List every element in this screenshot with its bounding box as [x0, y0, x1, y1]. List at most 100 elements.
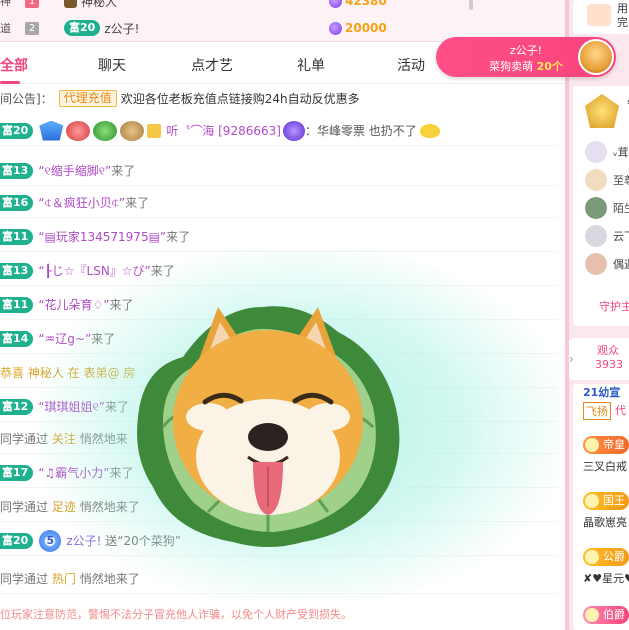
gift-notice-gift: 菜狗卖萌 [489, 60, 534, 73]
rank-user: 富20 z公子! [64, 20, 274, 37]
medal-badge-icon [282, 120, 305, 141]
chat-text: 来了 [150, 264, 175, 278]
system-suffix: 悄然地来 [79, 432, 128, 446]
guardian-crown-icon [585, 94, 619, 128]
audience-user-name[interactable]: 三叉白戒 [583, 458, 627, 474]
guardian-user-name: 陌生 [613, 202, 629, 215]
gift-box-icon [587, 4, 611, 26]
king-tag: 国王 [583, 492, 629, 510]
guardian-user[interactable]: 陌生 [585, 196, 629, 220]
wealth-level-badge: 富20 [0, 122, 34, 139]
tab-talent[interactable]: 点才艺 [191, 55, 233, 75]
chat-username[interactable]: “♒辽g~” [38, 330, 91, 347]
wealth-level-badge: 富14 [0, 330, 34, 347]
rank-coin-value: 20000 [345, 21, 387, 35]
duke-tag: 公爵 [583, 548, 629, 566]
earl-tag: 伯爵 [583, 606, 629, 624]
room-announcement: 间公告]： 代理充值 欢迎各位老板充值点链接购24h自动反优惠多 [0, 88, 560, 108]
chat-username[interactable]: z公子! [66, 532, 101, 549]
guardian-user[interactable]: 至尊 [585, 168, 629, 192]
chat-message: 富13 “୧缩手缩脚୧” 来了 [0, 156, 558, 186]
announcement-text: 欢迎各位老板充值点链接购24h自动反优惠多 [120, 91, 360, 106]
doge-gift-animation [137, 306, 400, 547]
gift-notice-user: z公子! [509, 44, 543, 57]
wealth-level-badge: 富20 [64, 20, 101, 36]
chat-text: 来了 [125, 196, 150, 210]
tab-all[interactable]: 全部 [0, 55, 28, 75]
guardian-user[interactable]: 偶遇 [585, 252, 629, 276]
chat-message: 富11 “▤玩家134571975▤” 来了 [0, 222, 558, 252]
wealth-level-badge: 富13 [0, 262, 34, 279]
chat-username[interactable]: “┠じ☆『LSN』☆び” [38, 262, 150, 279]
vip-badge-icon [147, 123, 162, 138]
agent-recharge-link[interactable]: 代理充值 [58, 89, 117, 107]
rank-user: 神秘人 [64, 0, 274, 10]
audience-user-name[interactable]: 晶歌崽亮 [583, 514, 627, 530]
wealth-level-badge: 富12 [0, 398, 34, 415]
audience-list: 21幼宣 飞扬 代 帝皇 三叉白戒 国王 晶歌崽亮 公爵 ✘♥星元♥ 伯爵 [573, 384, 629, 630]
audience-tag: 飞扬 [583, 402, 611, 420]
contribution-rank-strip: 神 1 神秘人 42380 道 2 富20 z公子! 20000 [0, 0, 565, 42]
gift-notice-line: 菜狗卖萌 20个 [466, 58, 586, 74]
system-link-follow[interactable]: 关注 [52, 430, 76, 447]
chat-username[interactable]: “⍧＆疯狂小贝⍧” [38, 194, 125, 211]
chick-emoji-icon [419, 123, 440, 138]
shield-badge-icon [39, 120, 64, 141]
audience-label: 观众 [597, 344, 619, 357]
tab-activity[interactable]: 活动 [397, 55, 425, 75]
system-link-footprint[interactable]: 足迹 [52, 498, 76, 515]
tab-chat[interactable]: 聊天 [98, 55, 126, 75]
guardian-user-name: 至尊 [613, 174, 629, 187]
chat-username[interactable]: “♫霸气小力” [38, 464, 109, 481]
user-badges [39, 120, 162, 141]
chat-text: ：华峰零票 也扔不了 [304, 124, 417, 138]
coin-icon [329, 21, 342, 35]
chevron-right-icon[interactable]: › [569, 352, 574, 366]
chat-text: 来了 [91, 332, 116, 346]
chat-text: 来了 [166, 230, 191, 244]
right-sidebar: 用 完 守 ᵥ茸 至尊 陌生 云飞 偶遇 守护主 › 观众 3933 [565, 0, 629, 630]
audience-user-name[interactable]: ✘♥星元♥ [583, 570, 629, 586]
guardian-link[interactable]: 守护主 [599, 298, 629, 314]
chat-text: 来了 [111, 164, 136, 178]
guardian-user[interactable]: ᵥ茸 [585, 140, 629, 164]
avatar-badge-icon [93, 120, 118, 141]
wealth-level-badge: 富11 [0, 228, 34, 245]
chat-message: 富13 “┠じ☆『LSN』☆び” 来了 [0, 256, 558, 286]
mystery-user-icon [64, 0, 77, 8]
rank-row-1[interactable]: 神 1 神秘人 42380 [0, 0, 565, 11]
level-five-badge: 5 [39, 529, 62, 552]
safety-notice: 位玩家注意防范，警惕不法分子冒充他人诈骗，以免个人财产受到损失。 [0, 608, 352, 621]
chat-username[interactable]: “琪琪姐姐୧” [38, 398, 105, 415]
system-message: 同学通过 热门 悄然地来了 [0, 564, 558, 594]
chat-username[interactable]: 听〝⌒海 [9286663] [166, 122, 281, 139]
guardian-user-name: 偶遇 [613, 258, 629, 271]
system-prefix: 同学通过 [0, 572, 49, 586]
rank-row-2[interactable]: 道 2 富20 z公子! 20000 [0, 18, 565, 38]
task-card[interactable]: 用 完 [573, 0, 629, 34]
gift-notice-count: 20个 [536, 60, 563, 73]
avatar [585, 197, 607, 219]
chat-username[interactable]: “▤玩家134571975▤” [38, 228, 166, 245]
gift-notice-banner[interactable]: z公子! 菜狗卖萌 20个 [436, 37, 616, 77]
rank-edge-label: 神 [0, 0, 11, 8]
chat-username[interactable]: “୧缩手缩脚୧” [38, 162, 111, 179]
chat-message: 富16 “⍧＆疯狂小贝⍧” 来了 [0, 188, 558, 218]
tab-gift-list[interactable]: 礼单 [297, 55, 325, 75]
rank-number: 1 [25, 0, 39, 8]
rank-number: 2 [25, 21, 39, 35]
rank-scrollbar[interactable] [465, 0, 477, 16]
avatar [585, 141, 607, 163]
guardian-user-name: ᵥ茸 [613, 146, 629, 159]
system-prefix: 同学通过 [0, 500, 49, 514]
wealth-level-badge: 富13 [0, 162, 34, 179]
audience-count: 3933 [595, 358, 623, 371]
system-link-hot[interactable]: 热门 [52, 570, 76, 587]
rank-coins: 42380 [329, 0, 387, 8]
guardian-user[interactable]: 云飞 [585, 224, 629, 248]
audience-card[interactable]: › 观众 3933 [569, 338, 629, 380]
guardian-panel: 守 ᵥ茸 至尊 陌生 云飞 偶遇 守护主 [573, 86, 629, 326]
announcement-label: 间公告]： [0, 91, 53, 106]
chat-username[interactable]: “花儿朵育♢” [38, 296, 109, 313]
flower-badge-icon [66, 120, 91, 141]
